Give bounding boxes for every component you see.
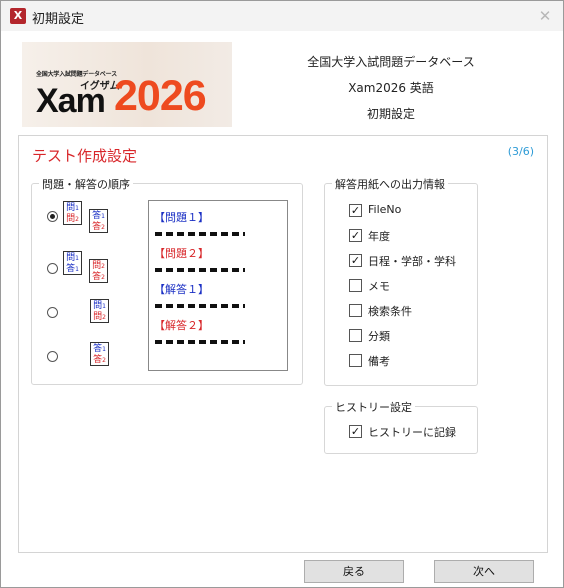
section-title: テスト作成設定	[32, 147, 138, 165]
check-icon: ✓	[350, 425, 361, 438]
logo-year: 2026	[114, 72, 207, 120]
header-product-name: Xam2026 英語	[348, 81, 434, 95]
output-item-label: メモ	[368, 280, 390, 293]
output-item-label: 備考	[368, 355, 390, 368]
answer-card-icon: 答1 答2	[89, 209, 108, 233]
output-info-group-label: 解答用紙への出力情報	[332, 176, 448, 192]
question-1-card-icon: 問1 問2	[63, 201, 82, 225]
answers-only-card-icon: 答1 答2	[90, 342, 109, 366]
question-answer-1-card-icon: 問1 答1	[63, 251, 82, 275]
preview-line	[155, 304, 245, 308]
product-logo: 全国大学入試問題データベース イグザム Xam 2026	[22, 42, 232, 127]
output-item-label: 日程・学部・学科	[368, 255, 456, 268]
back-button[interactable]: 戻る	[304, 560, 404, 583]
preview-question-1: 【問題１】	[154, 211, 209, 224]
window-title: 初期設定	[32, 12, 85, 27]
header-page-name: 初期設定	[366, 107, 415, 121]
check-icon: ✓	[350, 254, 361, 267]
history-record-label: ヒストリーに記録	[368, 426, 456, 439]
logo-brand: Xam	[36, 82, 106, 120]
header-database-name: 全国大学入試問題データベース	[307, 55, 475, 69]
history-record-checkbox[interactable]: ✓	[349, 425, 362, 438]
output-item-checkbox[interactable]	[349, 329, 362, 342]
page-indicator: (3/6)	[507, 145, 534, 158]
preview-answer-1: 【解答１】	[154, 283, 209, 296]
order-option-3-radio[interactable]	[47, 307, 58, 318]
next-button[interactable]: 次へ	[434, 560, 534, 583]
check-icon: ✓	[350, 204, 361, 217]
output-item-label: 分類	[368, 330, 390, 343]
app-icon: X	[10, 8, 26, 24]
settings-panel: テスト作成設定 (3/6) 問題・解答の順序 問1 問2 答1 答2 問1 答1 問2…	[18, 135, 548, 553]
question-answer-2-card-icon: 問2 答2	[89, 259, 108, 283]
output-item-checkbox[interactable]	[349, 304, 362, 317]
preview-answer-2: 【解答２】	[154, 319, 209, 332]
output-item-checkbox[interactable]: ✓	[349, 254, 362, 267]
order-option-2-radio[interactable]	[47, 263, 58, 274]
order-option-4-radio[interactable]	[47, 351, 58, 362]
output-item-label: FileNo	[368, 203, 402, 216]
check-icon: ✓	[350, 229, 361, 242]
order-group: 問題・解答の順序 問1 問2 答1 答2 問1 答1 問2 答2 問1 問2 答1 答2 【…	[31, 176, 303, 385]
output-item-checkbox[interactable]	[349, 279, 362, 292]
output-item-checkbox[interactable]: ✓	[349, 229, 362, 242]
preview-line	[155, 268, 245, 272]
order-option-1-radio[interactable]	[47, 211, 58, 222]
close-icon[interactable]: ✕	[535, 6, 555, 26]
order-group-label: 問題・解答の順序	[39, 176, 133, 192]
output-item-label: 検索条件	[368, 305, 412, 318]
preview-line	[155, 340, 245, 344]
output-item-checkbox[interactable]	[349, 354, 362, 367]
output-item-label: 年度	[368, 230, 390, 243]
output-item-checkbox[interactable]: ✓	[349, 204, 362, 217]
preview-line	[155, 232, 245, 236]
title-bar: X 初期設定 ✕	[1, 1, 563, 31]
order-preview: 【問題１】 【問題２】 【解答１】 【解答２】	[148, 200, 288, 371]
history-group: ヒストリー設定 ✓ ヒストリーに記録	[324, 399, 478, 454]
history-group-label: ヒストリー設定	[332, 399, 415, 415]
questions-only-card-icon: 問1 問2	[90, 299, 109, 323]
preview-question-2: 【問題２】	[154, 247, 209, 260]
dialog-window: X 初期設定 ✕ 全国大学入試問題データベース イグザム Xam 2026 全国…	[0, 0, 564, 588]
output-info-group: 解答用紙への出力情報 ✓ FileNo ✓ 年度 ✓ 日程・学部・学科 メモ検索条件分類備考	[324, 176, 478, 386]
